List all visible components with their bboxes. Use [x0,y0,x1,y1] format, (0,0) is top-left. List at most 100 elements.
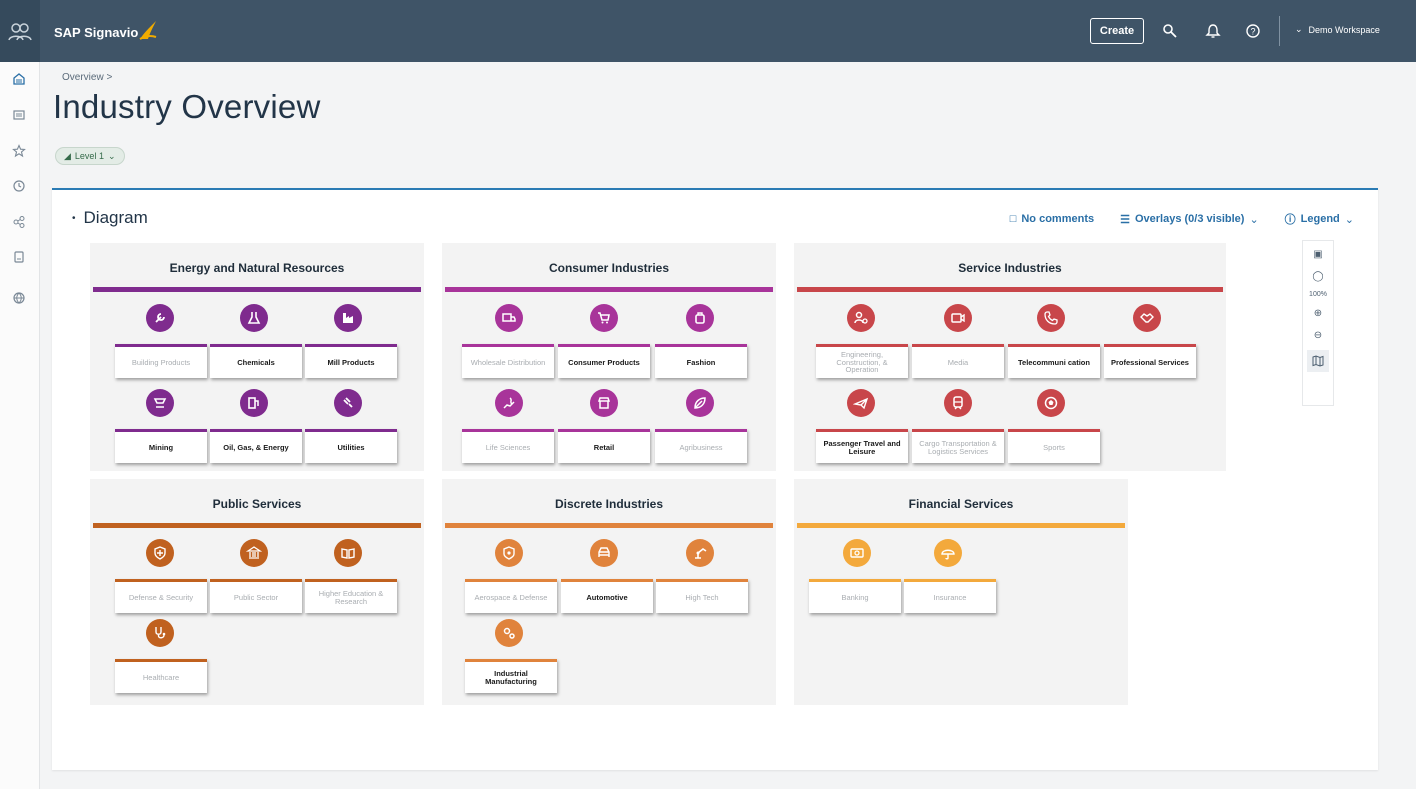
group-public: Public Services Defense & Security Publi… [90,479,424,705]
group-color-bar [797,523,1125,528]
tile-oil-gas-energy[interactable]: Oil, Gas, & Energy [210,429,302,463]
collapse-icon: • [72,212,76,224]
top-bar: SAP Signavio Create ? ⌄ Demo Workspace [0,0,1416,62]
create-button[interactable]: Create [1090,18,1144,44]
group-color-bar [93,523,421,528]
tile-agribusiness[interactable]: Agribusiness [655,429,747,463]
tile-fashion[interactable]: Fashion [655,344,747,378]
diagram-section-toggle[interactable]: • Diagram [72,208,148,228]
group-title: Financial Services [908,497,1014,511]
share-icon[interactable] [12,215,26,229]
tile-professional-services[interactable]: Professional Services [1104,344,1196,378]
diagram-actions: □ No comments ☰ Overlays (0/3 visible) ⌄ ⓘ L… [1010,211,1354,227]
tablet-icon[interactable] [12,250,26,264]
overlays-dropdown[interactable]: ☰ Overlays (0/3 visible) ⌄ [1120,211,1259,227]
group-financial: Financial Services Banking Insurance [794,479,1128,705]
workspace-selector[interactable]: ⌄ Demo Workspace [1295,24,1380,35]
train-icon [944,389,972,417]
legend-dropdown[interactable]: ⓘ Legend ⌄ [1285,211,1354,227]
tile-higher-education-research[interactable]: Higher Education & Research [305,579,397,613]
plug-icon [334,389,362,417]
breadcrumb[interactable]: Overview > [62,72,112,83]
car-icon [590,539,618,567]
truck-icon [495,304,523,332]
comments-button[interactable]: □ No comments [1010,211,1094,227]
overlays-label: Overlays (0/3 visible) [1134,213,1245,225]
tile-mill-products[interactable]: Mill Products [305,344,397,378]
zoom-out-icon[interactable]: ⊖ [1311,328,1325,342]
fit-to-screen-icon[interactable]: ◯ [1311,269,1325,283]
group-color-bar [797,287,1223,292]
badge-icon [495,539,523,567]
search-icon[interactable] [1161,22,1179,40]
star-icon[interactable] [12,144,26,158]
store-icon [590,389,618,417]
bag-icon [686,304,714,332]
people-icon [8,23,32,41]
tile-cargo-transportation-logistics[interactable]: Cargo Transportation & Logistics Service… [912,429,1004,463]
chevron-down-icon: ⌄ [107,150,116,161]
legend-label: Legend [1300,213,1340,225]
tile-retail[interactable]: Retail [558,429,650,463]
fuel-pump-icon [240,389,268,417]
tile-high-tech[interactable]: High Tech [656,579,748,613]
tile-life-sciences[interactable]: Life Sciences [462,429,554,463]
fullscreen-icon[interactable]: ▣ [1311,247,1325,261]
bell-icon[interactable] [1204,22,1222,40]
home-icon[interactable] [12,72,26,86]
team-switcher[interactable] [0,0,40,62]
tile-utilities[interactable]: Utilities [305,429,397,463]
money-icon [843,539,871,567]
tile-mining[interactable]: Mining [115,429,207,463]
tile-healthcare[interactable]: Healthcare [115,659,207,693]
brand-name[interactable]: SAP Signavio [54,25,138,40]
tile-sports[interactable]: Sports [1008,429,1100,463]
robot-arm-icon [686,539,714,567]
group-title: Discrete Industries [554,497,664,511]
map-icon[interactable] [1307,350,1329,372]
topbar-divider [1279,16,1280,46]
zoom-level: 100% [1309,291,1327,298]
tile-industrial-manufacturing[interactable]: Industrial Manufacturing [465,659,557,693]
group-color-bar [445,287,773,292]
group-consumer: Consumer Industries Wholesale Distributi… [442,243,776,471]
group-color-bar [445,523,773,528]
book-icon [334,539,362,567]
tile-public-sector[interactable]: Public Sector [210,579,302,613]
history-icon[interactable] [12,179,26,193]
zoom-toolbar: ▣ ◯ 100% ⊕ ⊖ [1302,240,1334,406]
ball-icon [1037,389,1065,417]
tile-insurance[interactable]: Insurance [904,579,996,613]
flask-icon [240,304,268,332]
tile-building-products[interactable]: Building Products [115,344,207,378]
level-selector[interactable]: ◢ Level 1 ⌄ [55,147,125,165]
cart-icon [590,304,618,332]
wrench-icon [146,304,174,332]
tile-automotive[interactable]: Automotive [561,579,653,613]
tile-telecommunication[interactable]: Telecommuni cation [1008,344,1100,378]
people-gear-icon [847,304,875,332]
tile-wholesale-distribution[interactable]: Wholesale Distribution [462,344,554,378]
globe-icon[interactable] [12,291,26,305]
handshake-icon [1133,304,1161,332]
comments-label: No comments [1021,213,1095,225]
shield-icon [146,539,174,567]
tile-aerospace-defense[interactable]: Aerospace & Defense [465,579,557,613]
tile-consumer-products[interactable]: Consumer Products [558,344,650,378]
leaf-icon [686,389,714,417]
document-icon[interactable] [12,108,26,122]
tile-media[interactable]: Media [912,344,1004,378]
signal-icon: ◢ [64,150,71,161]
tile-defense-security[interactable]: Defense & Security [115,579,207,613]
tile-engineering-construction-operation[interactable]: Engineering, Construction, & Operation [816,344,908,378]
umbrella-icon [934,539,962,567]
gears-icon [495,619,523,647]
zoom-in-icon[interactable]: ⊕ [1311,306,1325,320]
tile-passenger-travel-leisure[interactable]: Passenger Travel and Leisure [816,429,908,463]
plane-icon [847,389,875,417]
video-icon [944,304,972,332]
help-icon[interactable]: ? [1244,22,1262,40]
tile-chemicals[interactable]: Chemicals [210,344,302,378]
group-color-bar [93,287,421,292]
tile-banking[interactable]: Banking [809,579,901,613]
